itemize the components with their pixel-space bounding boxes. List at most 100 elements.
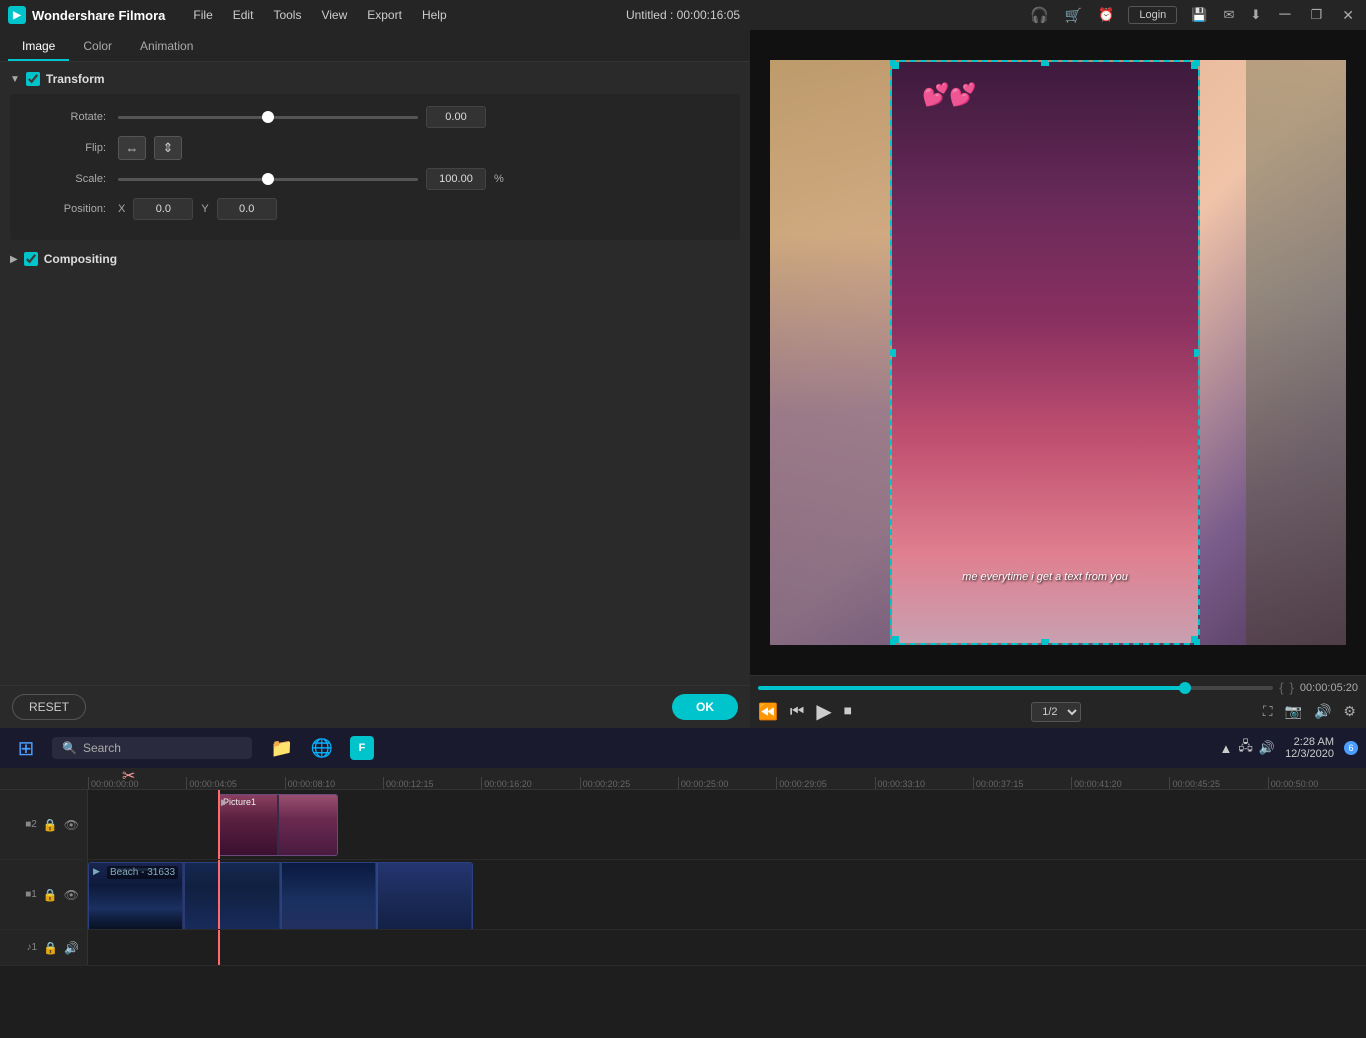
audio-track-lock[interactable]: 🔒	[43, 941, 58, 955]
handle-top-right[interactable]	[1191, 61, 1199, 69]
menu-file[interactable]: File	[185, 6, 220, 24]
ruler-mark-8: 00:00:33:10	[875, 777, 973, 789]
speaker-icon[interactable]: 🔊	[1259, 740, 1275, 756]
save-icon[interactable]: 💾	[1189, 5, 1209, 25]
transform-arrow[interactable]: ▼	[10, 74, 20, 85]
logo-icon: ▶	[8, 6, 26, 24]
chevron-up-icon[interactable]: ▲	[1220, 741, 1233, 756]
scale-slider[interactable]	[118, 178, 418, 181]
flip-vertical-button[interactable]: ⇕	[154, 136, 182, 160]
login-button[interactable]: Login	[1128, 6, 1177, 24]
handle-top-left[interactable]	[891, 61, 899, 69]
taskbar-time: 2:28 AM 12/3/2020	[1285, 736, 1334, 760]
track-2-eye[interactable]: 👁	[64, 818, 79, 832]
compositing-arrow[interactable]: ▶	[10, 254, 18, 265]
rotate-value[interactable]: 0.00	[426, 106, 486, 128]
play-button[interactable]: ▶	[816, 699, 831, 724]
scale-row: Scale: 100.00 %	[18, 168, 732, 190]
mail-icon[interactable]: ✉	[1221, 5, 1236, 25]
network-icon[interactable]: 🖧	[1238, 737, 1253, 759]
preview-right-overlay	[1246, 60, 1346, 645]
track-1-lock[interactable]: 🔒	[43, 888, 58, 902]
menu-export[interactable]: Export	[359, 6, 410, 24]
snapshot-icon[interactable]: 📷	[1283, 701, 1304, 722]
notification-badge[interactable]: 6	[1344, 741, 1358, 755]
audio-track-volume[interactable]: 🔊	[64, 941, 79, 955]
picture-clip[interactable]: Picture1 ▶	[218, 794, 338, 856]
audio-track-content	[88, 930, 1366, 965]
playhead-line-track2	[218, 790, 220, 859]
handle-middle-left[interactable]	[890, 349, 896, 357]
start-button[interactable]: ⊞	[8, 730, 44, 766]
audio-track: ♪1 🔒 🔊	[0, 930, 1366, 966]
stop-button[interactable]: ⏹	[844, 703, 852, 721]
timeline: ↩ ↪ 🗑 ✂ ⊡ ◎ ⧉ ⏱ ≡ ✦ 🛡 🎤 ⇥ T ⊕ − + ⊞ ⊟ 00…	[0, 728, 1366, 1038]
flip-label: Flip:	[38, 142, 118, 154]
reset-button[interactable]: RESET	[12, 694, 86, 720]
compositing-header: ▶ Compositing	[10, 252, 740, 266]
menu-tools[interactable]: Tools	[265, 6, 309, 24]
restore-button[interactable]: ❐	[1307, 5, 1327, 25]
transform-content: Rotate: 0.00 Flip: ⇔ ⇕	[10, 94, 740, 240]
window-title: Untitled : 00:00:16:05	[626, 8, 740, 22]
handle-middle-right[interactable]	[1194, 349, 1200, 357]
ruler-marks: 00:00:00:00 00:00:04:05 00:00:08:10 00:0…	[88, 777, 1366, 789]
compositing-checkbox[interactable]	[24, 252, 38, 266]
tab-animation[interactable]: Animation	[126, 33, 207, 61]
properties-panel: Image Color Animation ▼ Transform Rotate…	[0, 30, 750, 728]
timecode-display: 00:00:05:20	[1300, 682, 1358, 694]
quality-select[interactable]: 1/2	[1031, 702, 1081, 722]
taskbar-app-chrome[interactable]: 🌐	[304, 730, 340, 766]
volume-icon[interactable]: 🔊	[1312, 701, 1333, 722]
position-y-input[interactable]: 0.0	[217, 198, 277, 220]
transform-checkbox[interactable]	[26, 72, 40, 86]
scale-label: Scale:	[38, 173, 118, 185]
rotate-slider[interactable]	[118, 116, 418, 119]
taskbar-search[interactable]: 🔍 Search	[52, 737, 252, 759]
preview-caption: me everytime i get a text from you	[962, 571, 1128, 583]
menu-view[interactable]: View	[313, 6, 355, 24]
track-2: ■2 🔒 👁 Picture1 ▶	[0, 790, 1366, 860]
track-2-lock[interactable]: 🔒	[43, 818, 58, 832]
preview-right-controls: ⛶ 📷 🔊 ⚙	[1261, 701, 1358, 722]
headset-icon[interactable]: 🎧	[1028, 4, 1051, 26]
handle-bottom-middle[interactable]	[1041, 639, 1049, 645]
transform-title: Transform	[46, 72, 105, 86]
playback-buttons: ⏪ ⏮ ▶ ⏹	[758, 699, 852, 724]
ok-button[interactable]: OK	[672, 694, 738, 720]
preview-clip[interactable]: 💕💕 me everytime i get a text from you	[890, 60, 1200, 645]
tab-color[interactable]: Color	[69, 33, 126, 61]
close-button[interactable]: ✕	[1338, 5, 1358, 26]
scale-value[interactable]: 100.00	[426, 168, 486, 190]
minimize-button[interactable]: ─	[1275, 4, 1294, 26]
progress-bar[interactable]	[758, 686, 1273, 690]
handle-bottom-right[interactable]	[1191, 636, 1199, 644]
fullscreen-icon[interactable]: ⛶	[1261, 701, 1275, 722]
flip-horizontal-button[interactable]: ⇔	[118, 136, 146, 160]
beach-video-clip[interactable]: Beach - 31633 ▶	[88, 862, 473, 929]
frame-back-button[interactable]: ⏮	[790, 703, 804, 721]
menu-edit[interactable]: Edit	[225, 6, 262, 24]
shopping-icon[interactable]: 🛒	[1063, 5, 1084, 26]
download-icon[interactable]: ⬇	[1248, 5, 1263, 25]
settings-icon[interactable]: ⚙	[1341, 701, 1358, 722]
step-back-button[interactable]: ⏪	[758, 702, 778, 722]
bracket-right: }	[1290, 680, 1294, 695]
beach-thumb-3	[282, 863, 376, 929]
position-x-input[interactable]: 0.0	[133, 198, 193, 220]
menu-help[interactable]: Help	[414, 6, 455, 24]
handle-bottom-left[interactable]	[891, 636, 899, 644]
track-1-eye[interactable]: 👁	[64, 888, 79, 902]
scissors-icon: ✂	[122, 766, 135, 786]
taskbar-app-filmora[interactable]: F	[344, 730, 380, 766]
ruler-mark-11: 00:00:45:25	[1169, 777, 1267, 789]
transform-section: ▼ Transform Rotate: 0.00 Fl	[10, 72, 740, 240]
track-2-content: Picture1 ▶	[88, 790, 1366, 859]
taskbar-app-explorer[interactable]: 📁	[264, 730, 300, 766]
progress-thumb[interactable]	[1179, 682, 1191, 694]
clock-icon[interactable]: ⏰	[1096, 5, 1116, 25]
ruler-mark-10: 00:00:41:20	[1071, 777, 1169, 789]
handle-top-middle[interactable]	[1041, 60, 1049, 66]
ruler-mark-4: 00:00:16:20	[481, 777, 579, 789]
tab-image[interactable]: Image	[8, 33, 69, 61]
